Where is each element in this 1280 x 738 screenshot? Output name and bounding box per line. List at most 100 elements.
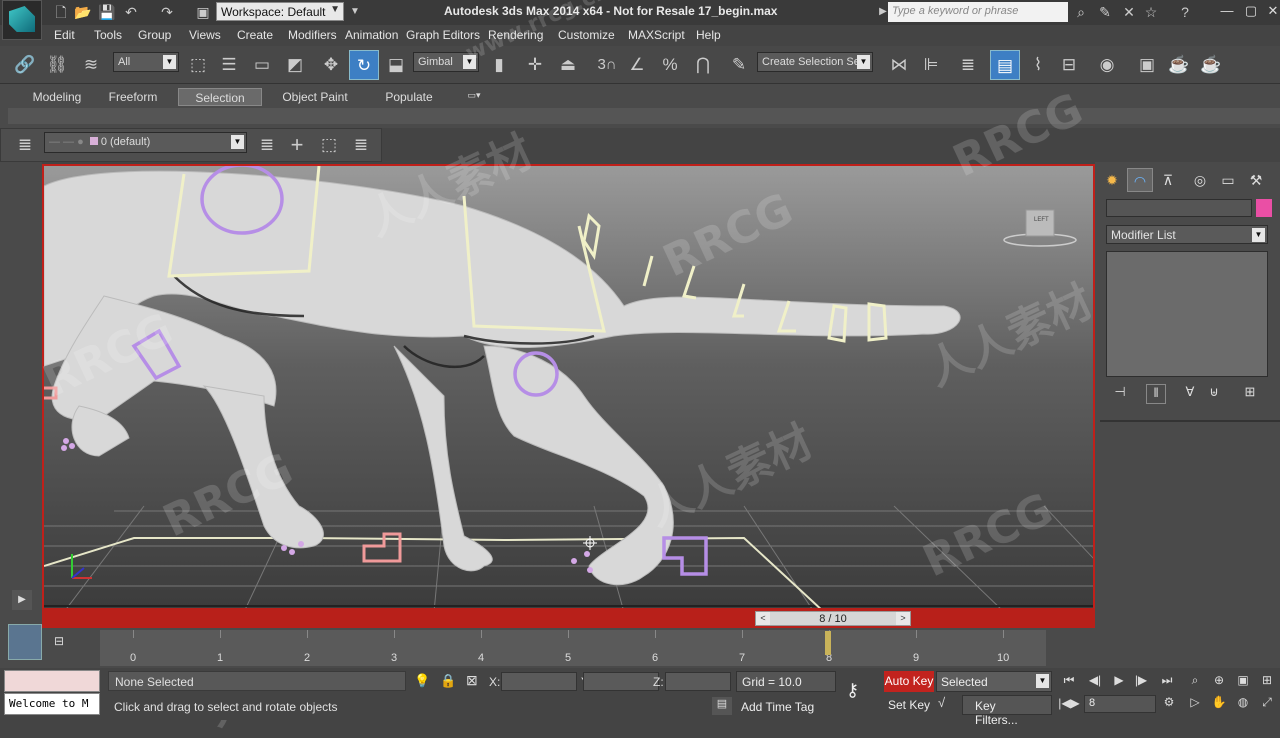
menu-modifiers[interactable]: Modifiers bbox=[288, 28, 337, 42]
create-new-layer-icon[interactable]: ≣ bbox=[252, 130, 282, 160]
subscription-key-icon[interactable]: ✎ bbox=[1096, 3, 1114, 21]
object-name-field[interactable] bbox=[1106, 199, 1252, 217]
expand-viewport-layout-icon[interactable]: ▶ bbox=[12, 590, 32, 610]
absolute-mode-transform-icon[interactable]: ⊠ bbox=[466, 672, 478, 689]
select-by-name-icon[interactable]: ☰ bbox=[214, 50, 244, 80]
menu-group[interactable]: Group bbox=[138, 28, 171, 42]
configure-modifier-sets-icon[interactable]: ⊞ bbox=[1240, 384, 1260, 404]
add-time-tag-button[interactable]: Add Time Tag bbox=[736, 697, 836, 717]
pin-stack-icon[interactable]: ⊣ bbox=[1110, 384, 1130, 404]
go-to-end-icon[interactable]: ⏭ bbox=[1156, 673, 1178, 691]
schematic-view-icon[interactable]: ⊟ bbox=[1054, 50, 1084, 80]
bind-space-warp-icon[interactable]: ≋ bbox=[76, 50, 106, 80]
tab-selection[interactable]: Selection bbox=[178, 88, 262, 106]
mini-curve-editor-icon[interactable] bbox=[8, 624, 42, 660]
set-current-layer-icon[interactable]: ≣ bbox=[346, 130, 376, 160]
rendered-frame-window-icon[interactable]: ☕ bbox=[1164, 50, 1194, 80]
key-mode-selection-dropdown[interactable]: Selected ▼ bbox=[936, 671, 1052, 692]
zoom-extents-icon[interactable]: ▣ bbox=[1232, 673, 1254, 691]
communication-center-icon[interactable]: ✕ bbox=[1120, 3, 1138, 21]
go-to-start-icon[interactable]: ⏮ bbox=[1058, 673, 1080, 691]
menu-animation[interactable]: Animation bbox=[345, 28, 398, 42]
menu-help[interactable]: Help bbox=[696, 28, 721, 42]
zoom-extents-all-icon[interactable]: ⊞ bbox=[1256, 673, 1278, 691]
time-slider[interactable]: < 8 / 10 > bbox=[755, 611, 911, 626]
spinner-snap-icon[interactable]: ⋂ bbox=[688, 50, 718, 80]
open-file-icon[interactable]: 📂 bbox=[74, 3, 92, 21]
time-tag-icon[interactable]: ▤ bbox=[712, 697, 732, 715]
align-icon[interactable]: ⊫ bbox=[916, 50, 946, 80]
key-mode-toggle-icon[interactable]: |◀▶ bbox=[1058, 696, 1080, 714]
set-key-button[interactable]: Set Key bbox=[884, 695, 934, 715]
maxscript-output[interactable]: Welcome to M bbox=[4, 693, 100, 715]
favorites-star-icon[interactable]: ☆ bbox=[1142, 3, 1160, 21]
pivot-point-center-icon[interactable]: ▮ bbox=[484, 50, 514, 80]
modifier-list-dropdown[interactable]: Modifier List ▼ bbox=[1106, 225, 1268, 244]
select-and-scale-icon[interactable]: ⬓ bbox=[381, 50, 411, 80]
object-color-swatch[interactable] bbox=[1256, 199, 1272, 217]
menu-tools[interactable]: Tools bbox=[94, 28, 122, 42]
ribbon-options-icon[interactable]: ▭▾ bbox=[460, 88, 488, 106]
layer-manager-icon[interactable]: ≣ bbox=[953, 50, 983, 80]
time-slider-next-button[interactable]: > bbox=[896, 612, 910, 625]
track-bar[interactable]: 0 1 2 3 4 5 6 7 8 9 10 bbox=[100, 630, 1046, 666]
y-coordinate-field[interactable] bbox=[583, 672, 659, 691]
select-objects-in-layer-icon[interactable]: ⬚ bbox=[314, 130, 344, 160]
add-to-layer-icon[interactable]: + bbox=[282, 130, 312, 160]
menu-edit[interactable]: Edit bbox=[54, 28, 75, 42]
orbit-icon[interactable]: ◍ bbox=[1232, 695, 1254, 713]
left-viewport[interactable]: LEFT bbox=[42, 164, 1095, 610]
current-frame-marker[interactable] bbox=[825, 631, 831, 655]
modify-tab-icon[interactable]: ◠ bbox=[1127, 168, 1153, 192]
rectangular-selection-icon[interactable]: ▭ bbox=[247, 50, 277, 80]
selection-lock-icon[interactable]: 🔒 bbox=[440, 673, 456, 689]
redo-icon[interactable]: ↷ bbox=[158, 3, 176, 21]
menu-rendering[interactable]: Rendering bbox=[488, 28, 543, 42]
hierarchy-tab-icon[interactable]: ⊼ bbox=[1155, 168, 1181, 192]
material-editor-icon[interactable]: ◉ bbox=[1092, 50, 1122, 80]
reference-coordinate-dropdown[interactable]: Gimbal ▼ bbox=[413, 52, 479, 72]
angle-snap-icon[interactable]: ∠ bbox=[622, 50, 652, 80]
z-coordinate-field[interactable] bbox=[665, 672, 731, 691]
timeline-filter-icon[interactable]: ⊟ bbox=[54, 634, 74, 650]
current-layer-dropdown[interactable]: — — ● 0 (default) ▼ bbox=[44, 132, 247, 153]
tab-object-paint[interactable]: Object Paint bbox=[278, 88, 352, 106]
snaps-toggle-icon[interactable]: 3∩ bbox=[592, 50, 622, 80]
show-end-result-icon[interactable]: ‖ bbox=[1146, 384, 1166, 404]
select-and-move-icon[interactable]: ✥ bbox=[316, 50, 346, 80]
tab-modeling[interactable]: Modeling bbox=[24, 88, 90, 106]
zoom-all-icon[interactable]: ⊕ bbox=[1208, 673, 1230, 691]
remove-modifier-icon[interactable]: ⊎ bbox=[1204, 384, 1224, 404]
named-selection-sets-dropdown[interactable]: Create Selection Se ▼ bbox=[757, 52, 873, 72]
binoculars-icon[interactable]: ⌕ bbox=[1072, 3, 1090, 21]
maximize-icon[interactable]: ▢ bbox=[1240, 3, 1262, 21]
minimize-icon[interactable]: — bbox=[1216, 3, 1238, 21]
help-icon[interactable]: ? bbox=[1176, 3, 1194, 21]
modifier-stack[interactable] bbox=[1106, 251, 1268, 377]
maxscript-listener-mini[interactable] bbox=[4, 670, 100, 692]
tab-freeform[interactable]: Freeform bbox=[100, 88, 166, 106]
search-input[interactable]: Type a keyword or phrase bbox=[888, 2, 1068, 22]
keyboard-shortcut-override-icon[interactable]: ⏏ bbox=[553, 50, 583, 80]
motion-tab-icon[interactable]: ◎ bbox=[1187, 168, 1213, 192]
layer-explorer-icon[interactable]: ≣ bbox=[10, 130, 40, 160]
field-of-view-icon[interactable]: ▷ bbox=[1184, 695, 1206, 713]
tab-populate[interactable]: Populate bbox=[378, 88, 440, 106]
percent-snap-icon[interactable]: % bbox=[655, 50, 685, 80]
pan-view-icon[interactable]: ✋ bbox=[1208, 695, 1230, 713]
quick-access-menu-icon[interactable]: ▼ bbox=[346, 3, 364, 21]
menu-graph-editors[interactable]: Graph Editors bbox=[406, 28, 480, 42]
close-icon[interactable]: ✕ bbox=[1262, 3, 1280, 21]
select-and-rotate-icon[interactable]: ↻ bbox=[349, 50, 379, 80]
key-filters-button[interactable]: Key Filters... bbox=[962, 695, 1052, 727]
display-tab-icon[interactable]: ▭ bbox=[1215, 168, 1241, 192]
maximize-viewport-icon[interactable]: ⤢ bbox=[1256, 695, 1278, 713]
unlink-icon[interactable]: ⛓ bbox=[42, 50, 72, 80]
viewcube[interactable] bbox=[1003, 209, 1077, 247]
current-frame-input[interactable]: 8 bbox=[1084, 695, 1156, 713]
menu-customize[interactable]: Customize bbox=[558, 28, 615, 42]
app-logo-button[interactable] bbox=[2, 0, 42, 40]
utilities-tab-icon[interactable]: ⚒ bbox=[1243, 168, 1269, 192]
select-and-manipulate-icon[interactable]: ✛ bbox=[520, 50, 550, 80]
x-coordinate-field[interactable] bbox=[501, 672, 577, 691]
